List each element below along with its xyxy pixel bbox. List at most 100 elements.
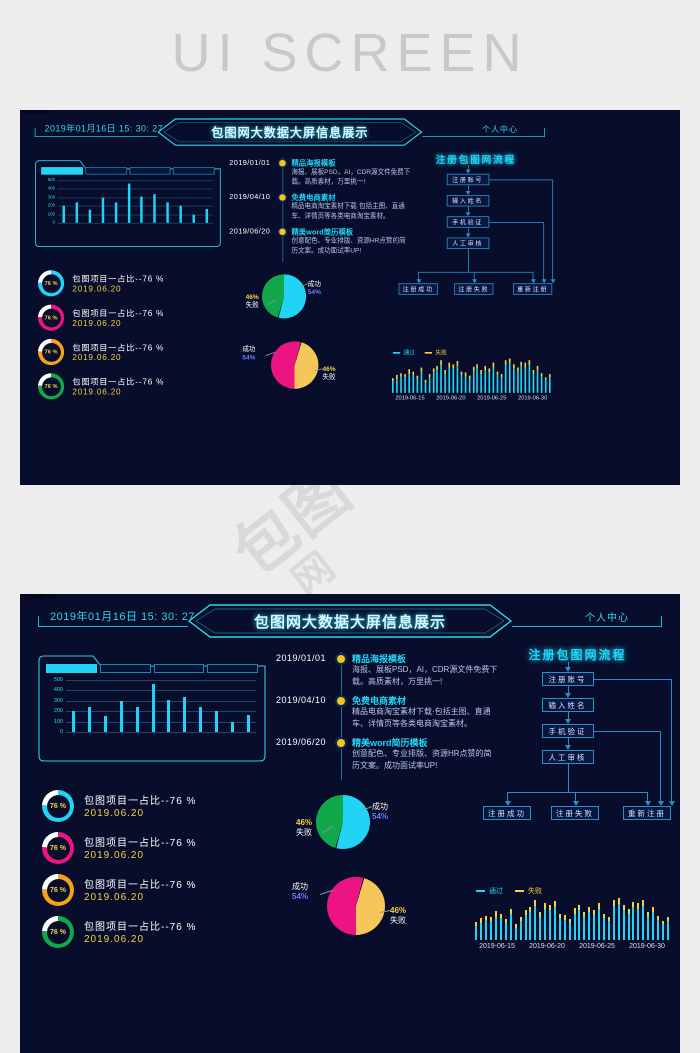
pie-slice-value: 54%	[292, 892, 309, 902]
bar-column[interactable]	[200, 180, 213, 223]
flow-result-1[interactable]: 注册成功	[398, 283, 438, 295]
ring-stat-item[interactable]: 76 % 包图项目一占比--76 % 2019.06.20	[37, 269, 226, 303]
flow-result-2[interactable]: 注册失败	[551, 806, 599, 820]
bar-column[interactable]	[224, 680, 240, 732]
flow-result-1[interactable]: 注册成功	[483, 806, 531, 820]
flow-step-1[interactable]: 注册账号	[446, 173, 489, 186]
pass-fail-stacked-bar: 通过 失败 2019-06-15 2019-06-20 2019-06-25 2019-0…	[390, 349, 554, 406]
bar-column[interactable]	[240, 680, 256, 732]
user-center-link[interactable]: 个人中心	[585, 609, 629, 624]
progress-segment-1[interactable]	[41, 167, 83, 175]
progress-segment-3[interactable]	[129, 167, 171, 175]
chart-legend: 通过 失败	[476, 886, 542, 896]
legend-label: 失败	[435, 350, 447, 357]
bar	[104, 715, 108, 732]
bar-column[interactable]	[148, 180, 161, 223]
header-title: 包图网大数据大屏信息展示	[211, 125, 369, 140]
stacked-bar-column[interactable]	[548, 359, 552, 393]
news-item[interactable]: 2019/01/01 精品海报模板 海报、展板PSD，AI，CDR源文件免费下载。高…	[229, 157, 413, 191]
news-item[interactable]: 2019/06/20 精美word简历模板 创意配色、专业排版、资源HR点赞的简历文…	[229, 226, 413, 260]
bar-column[interactable]	[135, 180, 148, 223]
news-item[interactable]: 2019/01/01 精品海报模板 海报、展板PSD，AI，CDR源文件免费下载。高…	[276, 652, 501, 694]
bar-column[interactable]	[129, 680, 145, 732]
news-item[interactable]: 2019/04/10 免费电商素材 精品电商淘宝素材下载·包括主图、直通车、详情页等…	[276, 694, 501, 736]
ring-stat-item[interactable]: 76 % 包图项目一占比--76 % 2019.06.20	[37, 338, 226, 372]
bar-column[interactable]	[98, 680, 114, 732]
ring-stat-item[interactable]: 76 % 包图项目一占比--76 % 2019.06.20	[42, 915, 272, 957]
flow-arrow-icon	[530, 279, 536, 284]
flow-step-3[interactable]: 手机验证	[446, 216, 489, 228]
bar-segment-pass	[495, 916, 498, 940]
registration-flowchart: 注册包图网流程 注册账号 输入姓名 手机验证 人工审核 注册成功 注册失败 重新注册	[392, 153, 560, 308]
legend-item[interactable]: 通过	[392, 349, 415, 357]
ring-stat-item[interactable]: 76 % 包图项目一占比--76 % 2019.06.20	[42, 873, 272, 915]
flow-step-3[interactable]: 手机验证	[541, 724, 594, 738]
pie-chart-top[interactable]	[316, 795, 370, 849]
flow-result-3[interactable]: 重新注册	[623, 806, 671, 820]
pie-chart-top[interactable]	[262, 274, 307, 319]
bar-segment-pass	[544, 908, 547, 940]
ring-stat-item[interactable]: 76 % 包图项目一占比--76 % 2019.06.20	[42, 789, 272, 831]
flow-bus-stem	[467, 248, 469, 272]
pie-chart-top-label-fail: 46% 失败	[296, 818, 312, 839]
bar-column[interactable]	[71, 180, 84, 223]
ring-stat-item[interactable]: 76 % 包图项目一占比--76 % 2019.06.20	[37, 304, 226, 338]
pie-chart-bottom[interactable]	[271, 341, 319, 389]
ring-date: 2019.06.20	[72, 319, 122, 329]
bar-segment-pass	[468, 378, 471, 393]
bar-column[interactable]	[83, 180, 96, 223]
flow-step-2[interactable]: 输入姓名	[446, 195, 489, 207]
pie-slice-value: 54%	[307, 288, 321, 296]
bar-column[interactable]	[174, 180, 187, 223]
flow-step-4[interactable]: 人工审核	[541, 750, 594, 764]
ring-stat-item[interactable]: 76 % 包图项目一占比--76 % 2019.06.20	[37, 372, 226, 406]
bar-column[interactable]	[109, 180, 122, 223]
bar-column[interactable]	[145, 680, 161, 732]
bar-column[interactable]	[208, 680, 224, 732]
bar-column[interactable]	[187, 180, 200, 223]
header-rule-left	[38, 626, 188, 627]
news-date: 2019/06/20	[229, 226, 271, 236]
bar-column[interactable]	[66, 680, 82, 732]
legend-item[interactable]: 失败	[515, 886, 542, 896]
progress-segment-4[interactable]	[173, 167, 215, 175]
progress-segment-1[interactable]	[46, 664, 97, 673]
user-center-link[interactable]: 个人中心	[482, 122, 518, 135]
progress-segment-2[interactable]	[99, 664, 151, 673]
progress-segment-bar[interactable]	[41, 167, 215, 175]
flow-step-2[interactable]: 输入姓名	[541, 698, 594, 712]
timeline-dot	[279, 228, 286, 236]
news-item[interactable]: 2019/06/20 精美word简历模板 创意配色、专业排版、资源HR点赞的简历文…	[276, 736, 501, 778]
flow-arrow-icon	[565, 719, 571, 724]
legend-item[interactable]: 通过	[476, 886, 503, 896]
bar	[179, 205, 182, 223]
bar-column[interactable]	[193, 680, 209, 732]
progress-segment-2[interactable]	[85, 167, 127, 175]
flow-result-2[interactable]: 注册失败	[454, 283, 494, 295]
bar-column[interactable]	[122, 180, 135, 223]
bar	[88, 707, 92, 732]
bar-segment-pass	[573, 913, 576, 940]
flow-step-1[interactable]: 注册账号	[541, 672, 594, 686]
bar-column[interactable]	[177, 680, 193, 732]
flow-step-4[interactable]: 人工审核	[446, 237, 489, 249]
pie-slice-value: 54%	[372, 812, 389, 822]
ring-stat-item[interactable]: 76 % 包图项目一占比--76 % 2019.06.20	[42, 831, 272, 873]
bar-column[interactable]	[161, 180, 174, 223]
progress-segment-3[interactable]	[153, 664, 205, 673]
legend-item[interactable]: 失败	[424, 349, 447, 357]
progress-segment-4[interactable]	[207, 664, 258, 673]
stacked-bar-column[interactable]	[665, 898, 670, 940]
flow-result-3[interactable]: 重新注册	[513, 283, 553, 295]
bar	[62, 205, 66, 223]
news-item[interactable]: 2019/04/10 免费电商素材 精品电商淘宝素材下载·包括主图、直通车、详情页等…	[229, 192, 413, 226]
bar-column[interactable]	[96, 180, 109, 223]
dashboard-scaled-content: 2019年01月16日 15: 30: 27 个人中心 包图网大数据大屏信息展示 50…	[20, 110, 560, 485]
bar-column[interactable]	[82, 680, 98, 732]
progress-segment-bar[interactable]	[46, 664, 258, 673]
bar-column[interactable]	[58, 180, 71, 223]
pie-chart-bottom[interactable]	[327, 877, 385, 935]
bar-column[interactable]	[113, 680, 129, 732]
bar-segment-pass	[652, 912, 655, 940]
bar-column[interactable]	[161, 680, 177, 732]
